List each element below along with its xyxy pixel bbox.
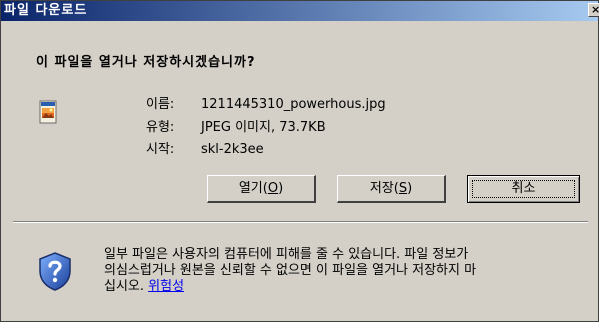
window-title: 파일 다운로드 <box>4 3 88 18</box>
file-name-row: 이름: 1211445310_powerhous.jpg <box>146 93 386 112</box>
open-button-key: O <box>267 181 279 196</box>
file-name-label: 이름: <box>146 97 175 112</box>
warning-line-1: 일부 파일은 사용자의 컴퓨터에 피해를 줄 수 있습니다. 파일 정보가 <box>104 247 469 262</box>
save-button[interactable]: 저장(S) <box>337 175 446 203</box>
cancel-button[interactable]: 취소 <box>467 175 580 203</box>
close-icon: × <box>591 3 599 16</box>
shield-question-icon <box>39 252 71 291</box>
title-bar[interactable]: 파일 다운로드 × <box>1 1 599 21</box>
warning-line-2: 의심스럽거나 원본을 신뢰할 수 없으면 이 파일을 열거나 저장하지 마 <box>104 263 477 278</box>
file-name-value: 1211445310_powerhous.jpg <box>201 97 386 112</box>
open-button-end: ) <box>278 181 284 196</box>
file-source-label: 시작: <box>146 142 175 157</box>
security-warning: 일부 파일은 사용자의 컴퓨터에 피해를 줄 수 있습니다. 파일 정보가 의심… <box>104 247 584 295</box>
warning-line-3-text: 십시오. <box>104 279 145 294</box>
close-button[interactable]: × <box>588 3 599 17</box>
jpeg-file-icon <box>39 100 57 124</box>
file-source-row: 시작: skl-2k3ee <box>146 138 264 157</box>
file-type-label: 유형: <box>146 120 175 135</box>
dialog-question: 이 파일을 열거나 저장하시겠습니까? <box>36 55 256 70</box>
separator <box>13 221 588 223</box>
risk-link[interactable]: 위험성 <box>148 279 184 294</box>
save-button-label: 저장( <box>369 181 399 196</box>
focus-rectangle <box>472 180 575 198</box>
open-button-label: 열기( <box>238 181 268 196</box>
save-button-end: ) <box>407 181 413 196</box>
warning-line-3: 십시오. 위험성 <box>104 279 584 295</box>
file-type-row: 유형: JPEG 이미지, 73.7KB <box>146 116 326 135</box>
open-button[interactable]: 열기(O) <box>207 175 316 203</box>
file-source-value: skl-2k3ee <box>201 142 264 157</box>
save-button-key: S <box>398 181 408 196</box>
file-type-value: JPEG 이미지, 73.7KB <box>201 120 326 135</box>
file-download-dialog: 파일 다운로드 × 이 파일을 열거나 저장하시겠습니까? 이름: 1211445… <box>0 0 599 322</box>
